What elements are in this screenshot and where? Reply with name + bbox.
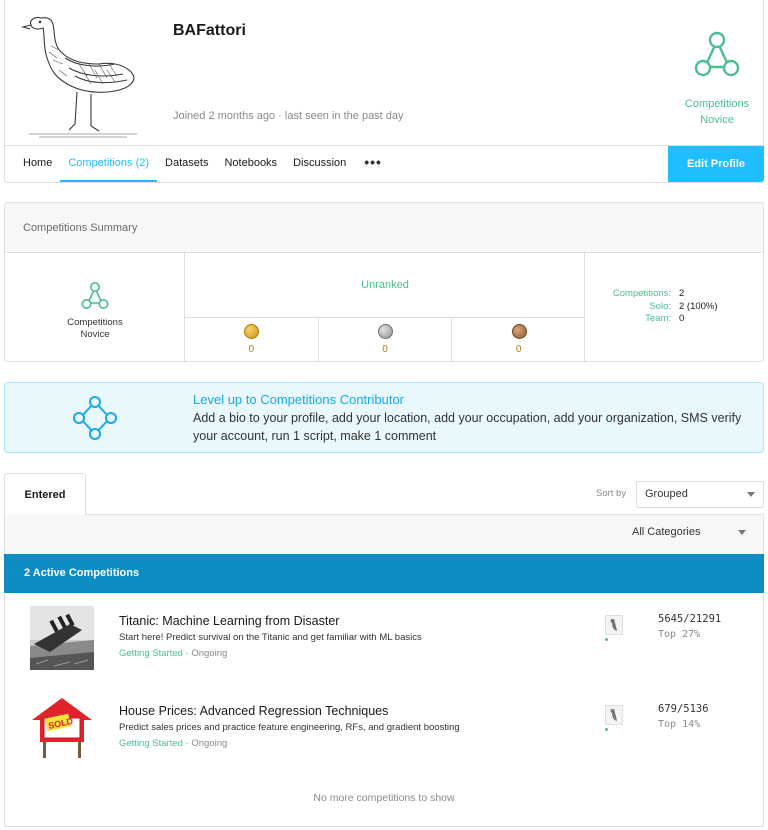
nav-notebooks[interactable]: Notebooks [216, 146, 285, 182]
profile-joined-text: Joined 2 months ago · last seen in the p… [173, 110, 404, 122]
profile-username: BAFattori [173, 22, 246, 39]
more-options-icon[interactable]: ••• [354, 146, 392, 182]
bronze-medal-icon [511, 324, 527, 339]
edit-profile-button[interactable]: Edit Profile [668, 146, 764, 182]
contributor-tier-icon [72, 395, 118, 441]
gold-medal-count: 0 [248, 344, 255, 355]
summary-tier-line2: Novice [80, 329, 110, 340]
nav-datasets[interactable]: Datasets [157, 146, 216, 182]
summary-tier-line1: Competitions [67, 317, 123, 328]
summary-header: Competitions Summary [5, 203, 763, 253]
competition-rank: 5645/21291 [658, 613, 722, 625]
gold-medal-cell: 0 [185, 318, 319, 361]
summary-rank-panel: Unranked 0 0 0 [185, 253, 585, 361]
competition-category[interactable]: Getting Started [119, 738, 183, 749]
tab-entered[interactable]: Entered [4, 473, 86, 515]
stat-solo-label: Solo: [649, 300, 671, 312]
competition-description: Start here! Predict survival on the Tita… [119, 632, 422, 643]
titanic-thumbnail[interactable] [30, 606, 94, 670]
nav-home[interactable]: Home [15, 146, 60, 182]
competition-status: · Ongoing [185, 738, 228, 749]
stats-grid: Competitions: 2 Solo: 2 (100%) Team: 0 [585, 288, 763, 326]
competition-rank: 679/5136 [658, 703, 709, 715]
team-avatar[interactable] [605, 705, 623, 725]
no-more-competitions: No more competitions to show [313, 792, 455, 804]
house-prices-thumbnail[interactable]: SOLD [30, 696, 94, 760]
competition-status: · Ongoing [185, 648, 228, 659]
profile-card: BAFattori Joined 2 months ago · last see… [4, 0, 764, 183]
competition-meta: Getting Started · Ongoing [119, 648, 227, 659]
level-up-banner: Level up to Competitions Contributor Add… [4, 382, 764, 453]
tier-label-line2: Novice [700, 114, 734, 126]
summary-title: Competitions Summary [23, 222, 138, 234]
profile-nav: Home Competitions (2) Datasets Notebooks… [15, 146, 392, 182]
tier-icon [691, 30, 743, 80]
sort-select[interactable]: Grouped [636, 481, 764, 508]
summary-tier-panel: Competitions Novice [5, 253, 185, 361]
summary-stats-panel: Competitions: 2 Solo: 2 (100%) Team: 0 [585, 253, 763, 361]
nav-discussion[interactable]: Discussion [285, 146, 354, 182]
competition-title[interactable]: House Prices: Advanced Regression Techni… [119, 704, 388, 718]
stat-solo-value: 2 (100%) [679, 300, 718, 312]
sort-select-value: Grouped [645, 488, 688, 500]
active-competitions-header: 2 Active Competitions [4, 554, 764, 593]
silver-medal-count: 0 [382, 344, 388, 355]
tier-label-line1: Competitions [684, 98, 750, 110]
competition-percentile: Top 27% [658, 629, 701, 640]
profile-avatar [19, 6, 147, 142]
category-select[interactable]: All Categories [626, 520, 754, 544]
level-up-title[interactable]: Level up to Competitions Contributor [193, 392, 404, 407]
stat-competitions-value: 2 [679, 288, 685, 299]
nav-competitions[interactable]: Competitions (2) [60, 146, 158, 182]
silver-medal-cell: 0 [319, 318, 453, 361]
silver-medal-icon [378, 324, 393, 339]
team-status-dot [605, 638, 608, 641]
team-avatar[interactable] [605, 615, 623, 635]
team-status-dot [605, 728, 608, 731]
tier-label: Competitions Novice [665, 96, 768, 128]
chevron-down-icon [747, 492, 755, 497]
competition-title[interactable]: Titanic: Machine Learning from Disaster [119, 614, 339, 628]
gold-medal-icon [244, 324, 260, 339]
rank-status: Unranked [361, 279, 409, 291]
stat-competitions-label: Competitions: [612, 288, 671, 299]
competition-category[interactable]: Getting Started [119, 648, 183, 659]
tier-icon [79, 281, 111, 311]
bronze-medal-cell: 0 [452, 318, 585, 361]
competition-meta: Getting Started · Ongoing [119, 738, 227, 749]
stat-team-label: Team: [645, 313, 671, 324]
chevron-down-icon [738, 530, 746, 535]
sort-by-label: Sort by [596, 488, 627, 499]
bronze-medal-count: 0 [515, 344, 522, 355]
competition-description: Predict sales prices and practice featur… [119, 722, 460, 733]
level-up-requirements: Add a bio to your profile, add your loca… [193, 411, 742, 443]
summary-tier-label: Competitions Novice [45, 317, 145, 341]
competition-percentile: Top 14% [658, 719, 701, 730]
competitions-summary-card: Competitions Summary Competitions Novice… [4, 202, 764, 362]
category-select-value: All Categories [632, 526, 701, 538]
stat-team-value: 0 [679, 313, 685, 324]
medal-row: 0 0 0 [185, 317, 585, 361]
